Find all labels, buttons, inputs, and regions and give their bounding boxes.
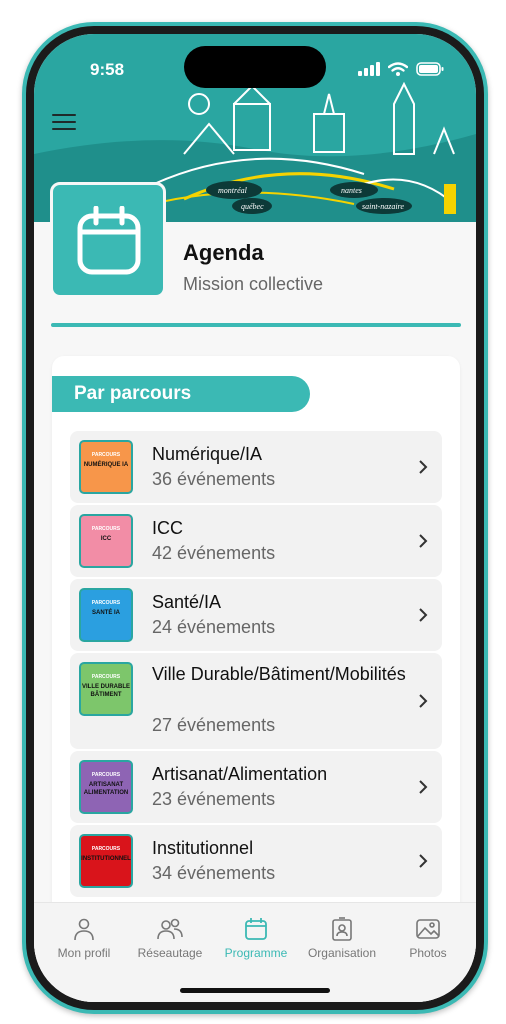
track-count: 34 événements <box>152 863 276 883</box>
dynamic-island <box>184 46 326 88</box>
track-thumbnail: PARCOURS NUMÉRIQUE IA <box>79 440 133 494</box>
track-row-artisanat[interactable]: PARCOURS ARTISANAT ALIMENTATION Artisana… <box>70 751 442 823</box>
menu-icon <box>52 114 76 116</box>
track-title: Institutionnel <box>152 838 254 858</box>
tab-mon-profil[interactable]: Mon profil <box>41 917 127 960</box>
track-title: ICC <box>152 518 183 538</box>
chevron-right-icon <box>419 780 428 794</box>
divider <box>51 323 461 327</box>
menu-button[interactable] <box>52 114 76 134</box>
track-list: PARCOURS NUMÉRIQUE IA Numérique/IA 36 év… <box>70 431 442 899</box>
calendar-icon <box>77 206 141 275</box>
track-thumbnail: PARCOURS ICC <box>79 514 133 568</box>
tab-label: Réseautage <box>137 946 203 960</box>
track-thumbnail: PARCOURS INSTITUTIONNEL <box>79 834 133 888</box>
banner-city-nantes: nantes <box>341 186 362 195</box>
track-thumbnail: PARCOURS SANTÉ IA <box>79 588 133 642</box>
tab-label: Programme <box>224 946 288 960</box>
chevron-right-icon <box>419 460 428 474</box>
calendar-icon <box>245 918 267 940</box>
tab-label: Photos <box>409 946 447 960</box>
status-icons <box>358 62 444 76</box>
banner-city-saint-nazaire: saint-nazaire <box>362 202 404 211</box>
section-label: Par parcours <box>74 383 192 404</box>
tab-programme[interactable]: Programme <box>213 917 299 960</box>
track-row-sante[interactable]: PARCOURS SANTÉ IA Santé/IA 24 événements <box>70 579 442 651</box>
agenda-badge <box>50 182 166 298</box>
home-indicator <box>180 988 330 993</box>
section-header: Par parcours <box>52 376 310 412</box>
tab-label: Organisation <box>307 946 377 960</box>
track-thumbnail: PARCOURS VILLE DURABLE BÂTIMENT <box>79 662 133 716</box>
tab-photos[interactable]: Photos <box>385 917 471 960</box>
track-title: Santé/IA <box>152 592 222 612</box>
track-row-ville-durable[interactable]: PARCOURS VILLE DURABLE BÂTIMENT Ville Du… <box>70 653 442 749</box>
status-time: 9:58 <box>90 60 125 79</box>
photo-icon <box>416 919 440 939</box>
battery-icon <box>416 62 444 76</box>
screen: montréal québec nantes saint-nazaire 9:5… <box>34 34 476 1002</box>
page-title: Agenda <box>183 240 264 265</box>
track-title: Numérique/IA <box>152 444 263 464</box>
wifi-icon <box>388 62 408 76</box>
track-thumbnail: PARCOURS ARTISANAT ALIMENTATION <box>79 760 133 814</box>
track-title: Artisanat/Alimentation <box>152 764 328 784</box>
page-subtitle: Mission collective <box>183 274 324 294</box>
tab-label: Mon profil <box>57 946 111 960</box>
banner-city-quebec: québec <box>241 202 264 211</box>
tab-bar: Mon profil Réseautage Programme Organisa… <box>34 902 476 1002</box>
track-count: 27 événements <box>152 715 276 735</box>
chevron-right-icon <box>419 534 428 548</box>
track-count: 24 événements <box>152 617 276 637</box>
chevron-right-icon <box>419 694 428 708</box>
chevron-right-icon <box>419 608 428 622</box>
track-count: 23 événements <box>152 789 276 809</box>
track-count: 42 événements <box>152 543 276 563</box>
people-icon <box>157 918 183 940</box>
track-row-numerique[interactable]: PARCOURS NUMÉRIQUE IA Numérique/IA 36 év… <box>70 431 442 503</box>
person-icon <box>74 918 94 941</box>
chevron-right-icon <box>419 854 428 868</box>
tab-reseautage[interactable]: Réseautage <box>127 917 213 960</box>
banner-city-montreal: montréal <box>218 186 248 195</box>
id-badge-icon <box>332 917 352 941</box>
tab-organisation[interactable]: Organisation <box>299 917 385 960</box>
track-count: 36 événements <box>152 469 276 489</box>
track-row-icc[interactable]: PARCOURS ICC ICC 42 événements <box>70 505 442 577</box>
track-row-institutionnel[interactable]: PARCOURS INSTITUTIONNEL Institutionnel 3… <box>70 825 442 897</box>
track-title: Ville Durable/Bâtiment/Mobilités <box>152 664 406 684</box>
signal-icon <box>358 62 380 76</box>
